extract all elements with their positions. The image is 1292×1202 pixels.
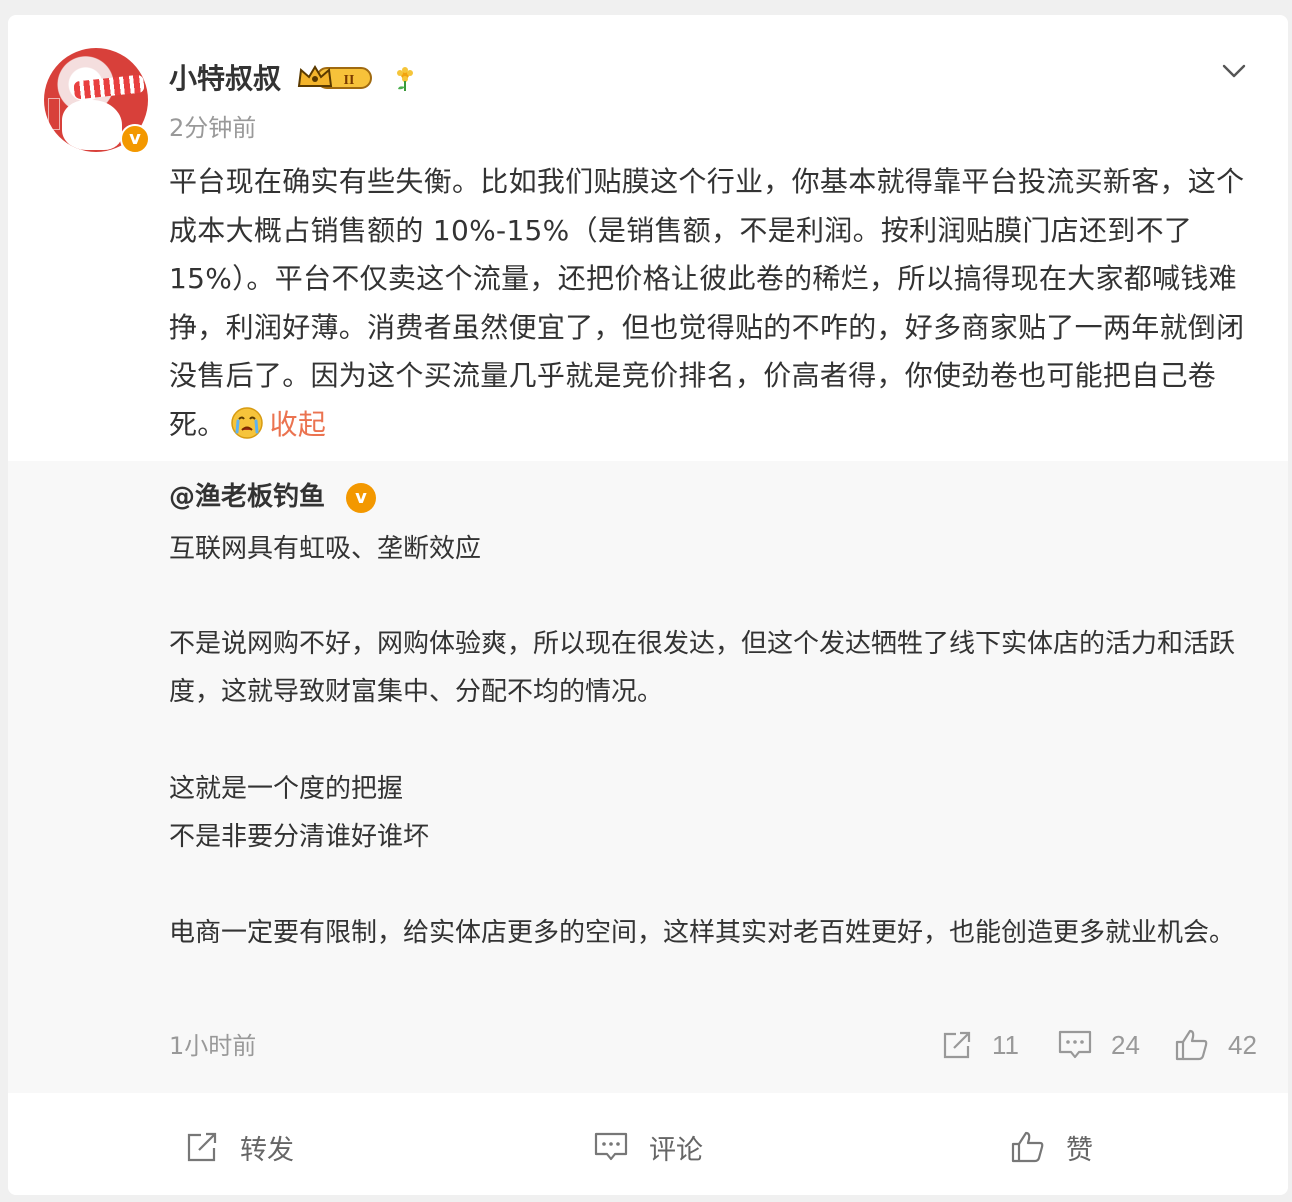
verified-badge-icon: v: [120, 124, 150, 154]
crying-emoji-icon: [230, 406, 263, 439]
flower-icon: [397, 67, 413, 91]
quoted-text-line: 这就是一个度的把握: [169, 774, 404, 804]
quoted-text-paragraph: 电商一定要有限制，给实体店更多的空间，这样其实对老百姓更好，也能创造更多就业机会…: [169, 918, 1236, 948]
quoted-time: 1小时前: [169, 1032, 257, 1060]
verified-badge-icon: v: [346, 483, 376, 513]
like-count: 42: [1228, 1029, 1257, 1060]
repost-icon: [187, 1132, 217, 1162]
post-time: 2分钟前: [169, 114, 257, 142]
quoted-text-paragraph: 不是说网购不好，网购体验爽，所以现在很发达，但这个发达牺牲了线下实体店的活力和活…: [169, 629, 1236, 707]
like-label: 赞: [1066, 1134, 1093, 1166]
comment-icon: [1058, 1030, 1092, 1059]
chevron-down-icon[interactable]: [1218, 55, 1250, 87]
comment-count: 24: [1111, 1029, 1140, 1060]
quoted-username[interactable]: @渔老板钓鱼: [169, 479, 325, 515]
post-card: v 小特叔叔 II 2分钟前 平台现在确实有些失衡。比如我们贴膜这个行业，你基本…: [8, 15, 1288, 1195]
avatar-face: [62, 100, 122, 150]
quoted-text-line: 不是非要分清谁好谁坏: [169, 822, 430, 852]
avatar-glasses: [73, 74, 145, 100]
like-button[interactable]: 赞: [1010, 1127, 1093, 1167]
like-icon: [1011, 1131, 1044, 1163]
post-body: 平台现在确实有些失衡。比如我们贴膜这个行业，你基本就得靠平台投流买新客，这个成本…: [169, 165, 1245, 441]
repost-button[interactable]: 转发: [184, 1127, 294, 1167]
action-bar: 转发 评论 赞: [8, 1093, 1288, 1195]
quoted-repost-button[interactable]: 11: [940, 1027, 1019, 1063]
quoted-post[interactable]: @渔老板钓鱼 v 互联网具有虹吸、垄断效应 不是说网购不好，网购体验爽，所以现在…: [8, 461, 1288, 1093]
comment-icon: [594, 1132, 628, 1161]
rank-crown-icon[interactable]: II: [297, 64, 375, 92]
quoted-like-button[interactable]: 42: [1174, 1027, 1257, 1063]
like-icon: [1175, 1029, 1208, 1061]
username[interactable]: 小特叔叔: [169, 59, 281, 99]
quoted-comment-button[interactable]: 24: [1057, 1027, 1140, 1063]
collapse-link[interactable]: 收起: [270, 408, 327, 441]
avatar-tag: [48, 98, 60, 130]
comment-button[interactable]: 评论: [593, 1127, 703, 1167]
comment-label: 评论: [649, 1134, 703, 1166]
repost-count: 11: [992, 1029, 1019, 1060]
repost-icon: [943, 1031, 971, 1059]
quoted-text-line: 互联网具有虹吸、垄断效应: [169, 534, 482, 564]
repost-label: 转发: [240, 1134, 294, 1166]
rank-badge-label: II: [344, 73, 355, 88]
post-text: 平台现在确实有些失衡。比如我们贴膜这个行业，你基本就得靠平台投流买新客，这个成本…: [169, 158, 1254, 449]
